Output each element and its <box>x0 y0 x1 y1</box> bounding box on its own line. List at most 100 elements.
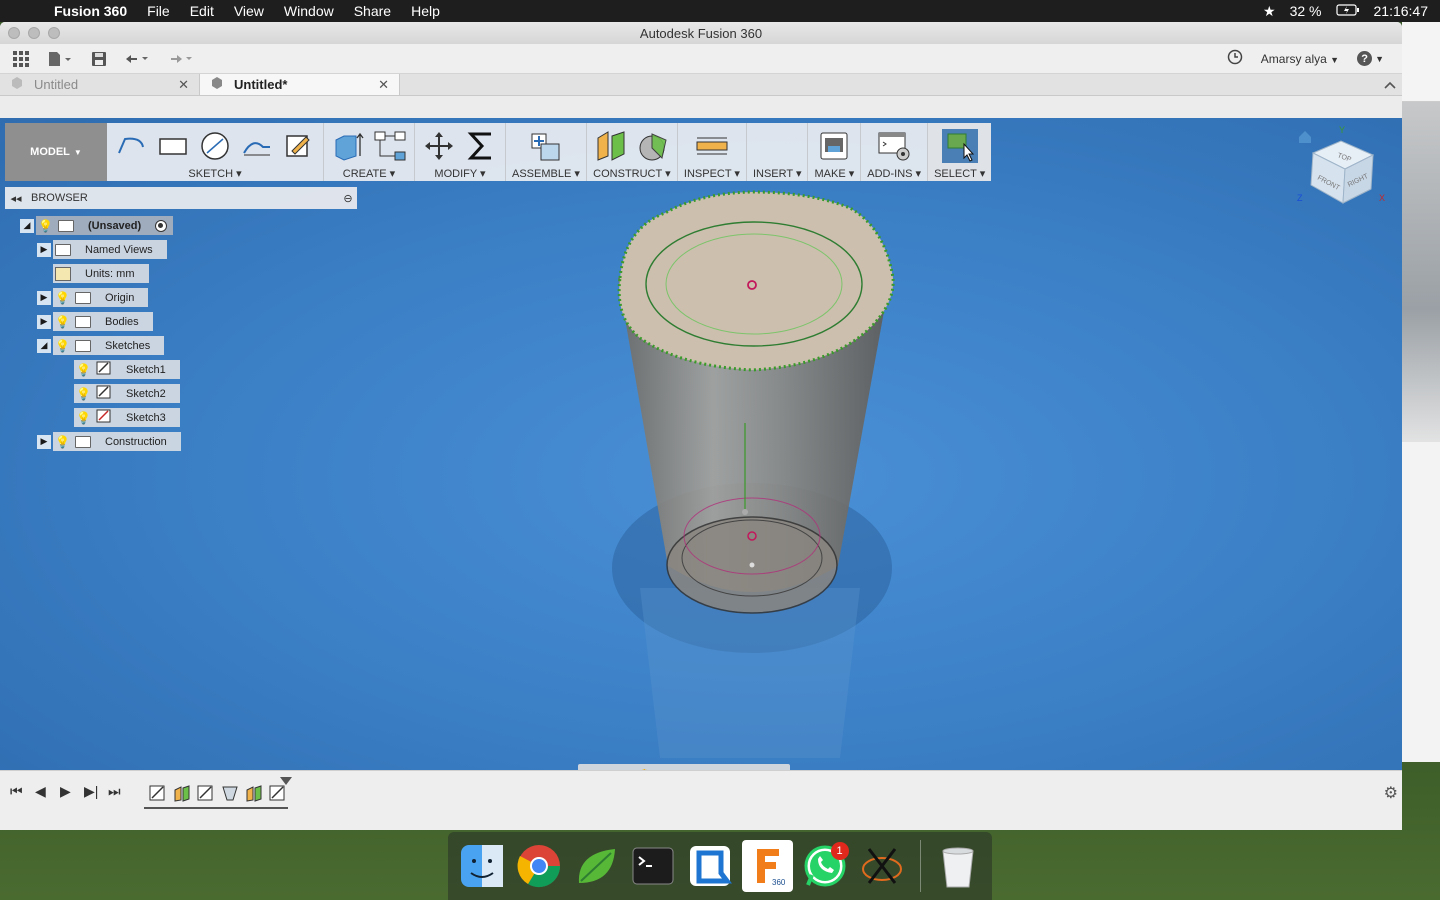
visibility-bulb-icon[interactable]: 💡 <box>76 363 91 377</box>
timeline-extrude-icon[interactable] <box>172 783 192 803</box>
menu-edit[interactable]: Edit <box>180 3 224 19</box>
tree-row-sketch1[interactable]: 💡 Sketch1 <box>74 360 180 379</box>
zoom-window-button[interactable] <box>48 27 60 39</box>
timeline-extrude-icon[interactable] <box>244 783 264 803</box>
timeline-first-icon[interactable]: ⏮ <box>10 783 23 800</box>
menu-view[interactable]: View <box>224 3 274 19</box>
visibility-bulb-icon[interactable]: 💡 <box>55 291 70 305</box>
spline-tool-icon[interactable] <box>239 129 275 163</box>
menu-share[interactable]: Share <box>344 3 401 19</box>
tree-node[interactable]: 💡 Origin <box>53 288 149 307</box>
data-panel-grid-icon[interactable] <box>4 47 38 71</box>
visibility-bulb-icon[interactable]: 💡 <box>55 315 70 329</box>
quick-assist-icon[interactable] <box>685 840 736 892</box>
timeline-play-icon[interactable]: ▶ <box>60 783 71 800</box>
tree-row-root[interactable]: ◢ 💡 (Unsaved) <box>20 216 174 235</box>
group-modify[interactable]: MODIFY ▾ <box>415 123 506 181</box>
group-inspect[interactable]: INSPECT ▾ <box>678 123 747 181</box>
scripts-addins-icon[interactable] <box>876 129 912 163</box>
viewcube[interactable]: TOP FRONT RIGHT Y Z X <box>1295 123 1390 218</box>
tree-node[interactable]: Named Views <box>53 240 167 259</box>
stop-sketch-icon[interactable] <box>281 129 317 163</box>
close-window-button[interactable] <box>8 27 20 39</box>
save-icon[interactable] <box>82 47 116 71</box>
tree-node[interactable]: 💡 Sketch3 <box>74 408 180 427</box>
tab-untitled[interactable]: Untitled ✕ <box>0 74 200 95</box>
expand-arrow-icon[interactable]: ▶ <box>37 242 51 257</box>
tab-untitled-active[interactable]: Untitled* ✕ <box>200 74 400 95</box>
trash-icon[interactable] <box>933 840 984 892</box>
gear-icon[interactable]: ⚙ <box>1384 783 1398 803</box>
move-icon[interactable] <box>421 129 457 163</box>
3d-print-icon[interactable] <box>816 129 852 163</box>
close-tab-icon[interactable]: ✕ <box>178 77 189 93</box>
expand-arrow-icon[interactable]: ▶ <box>37 434 51 449</box>
chevron-up-icon[interactable] <box>1378 74 1402 95</box>
origin-point[interactable] <box>742 509 748 515</box>
minimize-panel-icon[interactable]: ⊖ <box>339 192 357 205</box>
group-add-ins[interactable]: ADD-INS ▾ <box>861 123 929 181</box>
fusion-360-icon[interactable]: 360 <box>742 840 794 892</box>
select-tool-icon[interactable] <box>941 129 978 163</box>
line-tool-icon[interactable] <box>113 129 149 163</box>
finder-icon[interactable] <box>456 840 507 892</box>
redo-icon[interactable] <box>160 47 204 71</box>
plane-at-angle-icon[interactable] <box>635 129 671 163</box>
rectangle-tool-icon[interactable] <box>155 129 191 163</box>
home-icon[interactable] <box>1299 131 1311 143</box>
expand-arrow-icon[interactable]: ▶ <box>37 314 51 329</box>
menu-app-name[interactable]: Fusion 360 <box>54 3 137 19</box>
sigma-parameters-icon[interactable] <box>463 129 499 163</box>
canvas-viewport[interactable]: MODEL ▼ SKETCH ▾ CREATE ▾ MODIFY ▾ ASSEM… <box>0 118 1402 770</box>
tree-row-named-views[interactable]: ▶ Named Views <box>37 240 167 259</box>
tree-row-origin[interactable]: ▶ 💡 Origin <box>37 288 149 307</box>
timeline-marker-icon[interactable] <box>280 777 292 785</box>
terminal-icon[interactable] <box>628 840 679 892</box>
tree-row-sketch3[interactable]: 💡 Sketch3 <box>74 408 180 427</box>
undo-icon[interactable] <box>116 47 160 71</box>
menu-help[interactable]: Help <box>401 3 450 19</box>
timeline-track[interactable] <box>144 779 288 809</box>
collapse-panel-icon[interactable]: ◂◂ <box>5 192 27 205</box>
tree-row-sketches[interactable]: ◢ 💡 Sketches <box>37 336 165 355</box>
visibility-bulb-icon[interactable]: 💡 <box>38 219 53 233</box>
group-assemble[interactable]: ASSEMBLE ▾ <box>506 123 587 181</box>
workspace-switcher[interactable]: MODEL ▼ <box>5 123 107 181</box>
tree-row-construction[interactable]: ▶ 💡 Construction <box>37 432 181 451</box>
user-account-menu[interactable]: Amarsy alya ▼ <box>1261 52 1339 66</box>
group-insert[interactable]: INSERT ▾ <box>747 123 809 181</box>
tree-node[interactable]: 💡 Sketches <box>53 336 165 355</box>
tree-node[interactable]: 💡 Sketch2 <box>74 384 180 403</box>
tree-node[interactable]: 💡 Bodies <box>53 312 153 331</box>
leaf-app-icon[interactable] <box>570 840 621 892</box>
measure-icon[interactable] <box>694 129 730 163</box>
model-3d[interactable] <box>0 118 1402 770</box>
timeline-loft-icon[interactable] <box>220 783 240 803</box>
file-menu-icon[interactable] <box>38 47 82 71</box>
tree-row-units[interactable]: Units: mm <box>53 264 149 283</box>
timeline-sketch-icon[interactable] <box>268 783 288 803</box>
timeline-sketch-icon[interactable] <box>148 783 168 803</box>
browser-panel-header[interactable]: ◂◂ BROWSER ⊖ <box>5 187 357 209</box>
visibility-bulb-icon[interactable]: 💡 <box>55 435 70 449</box>
expand-arrow-icon[interactable]: ▶ <box>37 290 51 305</box>
xquartz-icon[interactable] <box>857 840 908 892</box>
pattern-icon[interactable] <box>372 129 408 163</box>
timeline-next-icon[interactable]: ▶| <box>84 783 98 800</box>
whatsapp-icon[interactable]: 1 <box>799 840 850 892</box>
tree-row-bodies[interactable]: ▶ 💡 Bodies <box>37 312 153 331</box>
visibility-bulb-icon[interactable]: 💡 <box>76 411 91 425</box>
job-status-clock-icon[interactable] <box>1227 49 1243 68</box>
collapse-arrow-icon[interactable]: ◢ <box>20 218 34 233</box>
activate-radio-icon[interactable] <box>155 219 168 232</box>
battery-icon[interactable] <box>1335 3 1360 19</box>
collapse-arrow-icon[interactable]: ◢ <box>37 338 51 353</box>
menu-window[interactable]: Window <box>274 3 344 19</box>
timeline-previous-icon[interactable]: ◀ <box>35 783 46 800</box>
tree-node[interactable]: Units: mm <box>53 264 149 283</box>
star-icon[interactable]: ★ <box>1263 3 1276 20</box>
visibility-bulb-icon[interactable]: 💡 <box>76 387 91 401</box>
group-sketch[interactable]: SKETCH ▾ <box>107 123 324 181</box>
extrude-icon[interactable] <box>330 129 366 163</box>
minimize-window-button[interactable] <box>28 27 40 39</box>
